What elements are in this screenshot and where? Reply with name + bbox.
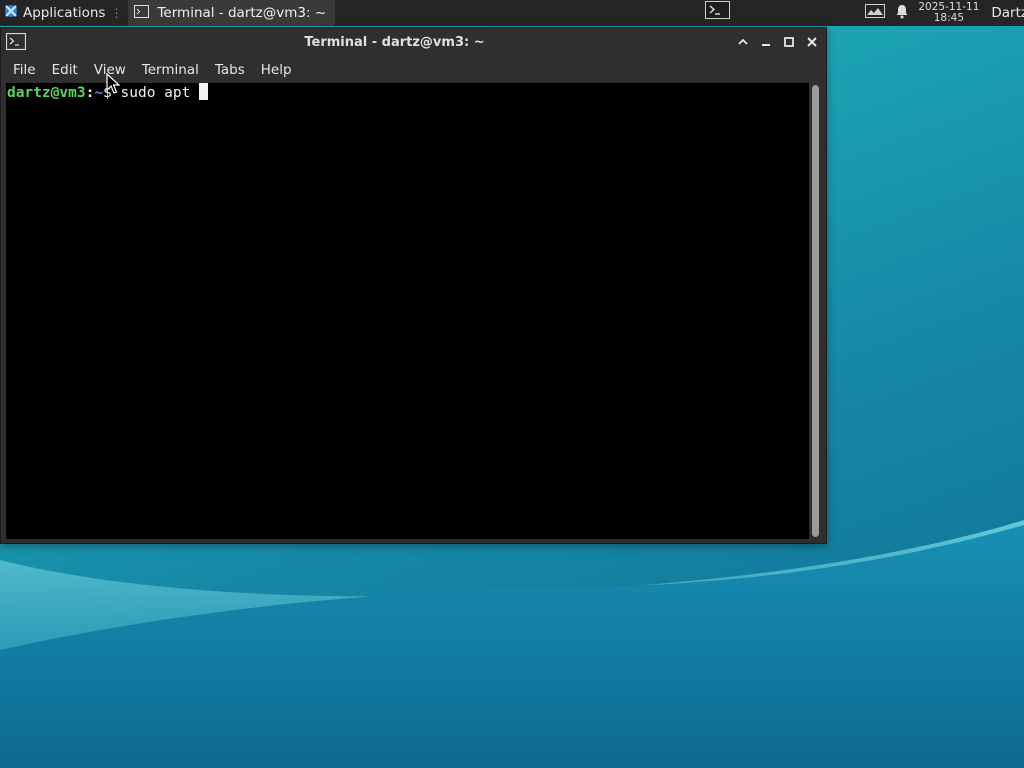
menu-edit[interactable]: Edit — [44, 62, 86, 78]
prompt-directory: ~ — [94, 85, 104, 101]
terminal-launcher-button[interactable] — [704, 1, 731, 23]
chevron-up-icon — [738, 38, 748, 45]
panel-clock[interactable]: 2025-11-11 18:45 — [918, 2, 979, 24]
menu-bar: File Edit View Terminal Tabs Help — [1, 58, 826, 82]
taskbar-terminal-button[interactable]: Terminal - dartz@vm3: ~ — [128, 0, 336, 26]
xfce-mouse-icon — [3, 3, 19, 23]
prompt-colon: : — [85, 85, 95, 101]
mouse-pointer-icon — [106, 73, 120, 94]
minimize-icon — [762, 44, 770, 46]
maximize-button[interactable] — [781, 34, 797, 50]
bell-icon[interactable] — [895, 4, 909, 23]
close-icon — [807, 37, 817, 47]
scrollbar-thumb[interactable] — [812, 85, 819, 537]
user-menu[interactable]: Dartz — [991, 5, 1024, 21]
network-icon[interactable] — [865, 4, 886, 22]
close-button[interactable] — [804, 34, 820, 50]
menu-file[interactable]: File — [5, 62, 44, 78]
typed-command: sudo apt — [120, 85, 200, 101]
applications-menu-button[interactable]: Applications ⋮ — [0, 0, 126, 26]
terminal-scrollbar[interactable] — [810, 83, 822, 539]
menu-help[interactable]: Help — [253, 62, 300, 78]
clock-time: 18:45 — [933, 12, 964, 24]
terminal-icon — [134, 4, 150, 22]
terminal-prompt-line: dartz@vm3:~$ sudo apt — [7, 83, 809, 102]
terminal-output[interactable]: dartz@vm3:~$ sudo apt — [6, 83, 809, 539]
terminal-launcher-icon — [705, 1, 730, 23]
applications-label: Applications — [23, 5, 106, 21]
taskbar-window-title: Terminal - dartz@vm3: ~ — [157, 5, 327, 21]
minimize-button[interactable] — [758, 34, 774, 50]
shade-button[interactable] — [735, 34, 751, 50]
menu-tabs[interactable]: Tabs — [207, 62, 253, 78]
window-title: Terminal - dartz@vm3: ~ — [304, 35, 485, 50]
desktop: Applications ⋮ Terminal - dartz@vm3: ~ 2… — [0, 0, 1024, 768]
prompt-user: dartz@vm3 — [7, 85, 86, 101]
window-controls — [735, 34, 820, 50]
panel-separator: ⋮ — [110, 6, 123, 20]
top-panel: Applications ⋮ Terminal - dartz@vm3: ~ 2… — [0, 0, 1024, 26]
panel-tray-area: 2025-11-11 18:45 Dartz — [865, 0, 1024, 26]
window-titlebar[interactable]: Terminal - dartz@vm3: ~ — [1, 28, 826, 58]
text-cursor — [199, 83, 209, 100]
maximize-icon — [784, 37, 794, 47]
terminal-window: Terminal - dartz@vm3: ~ File Edit View T… — [0, 27, 827, 544]
menu-terminal[interactable]: Terminal — [134, 62, 207, 78]
